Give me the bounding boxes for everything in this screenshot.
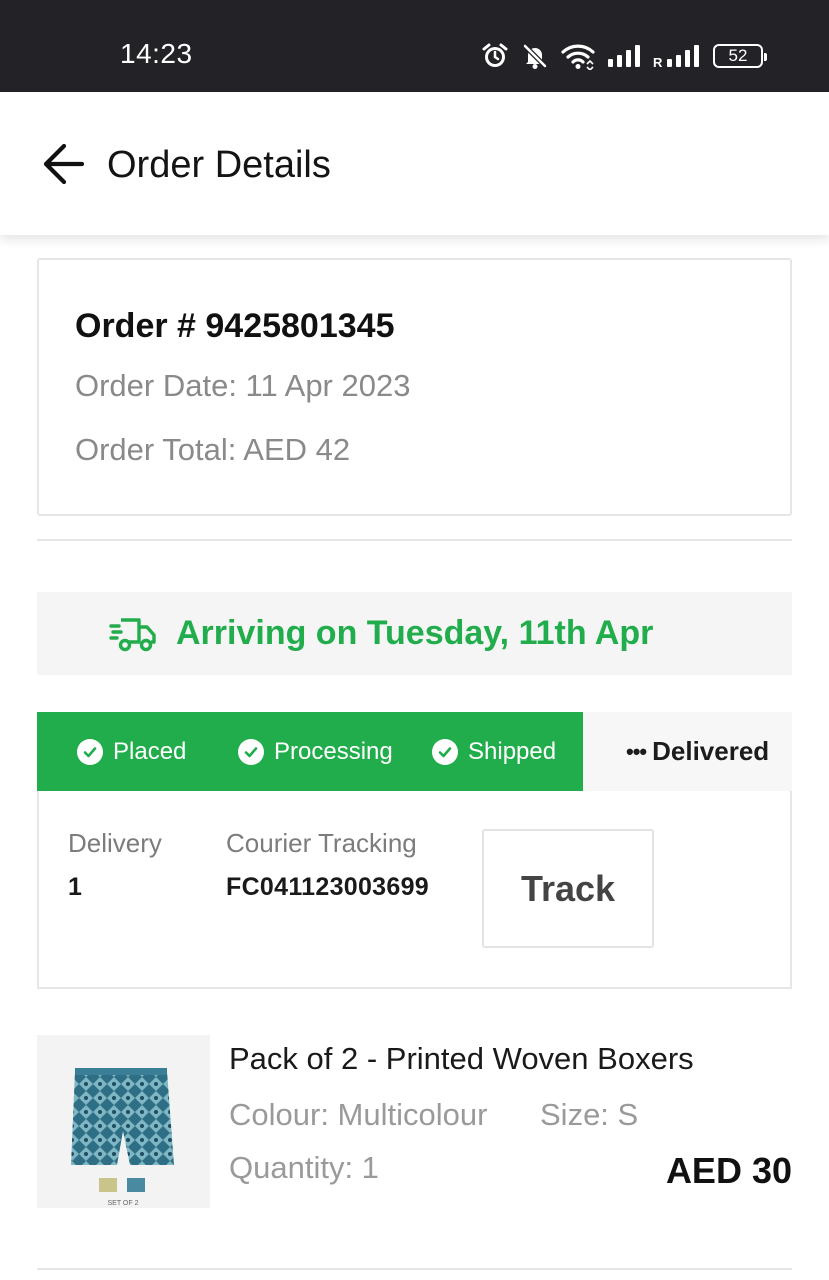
signal-roaming-icon: R bbox=[653, 45, 699, 68]
arriving-text: Arriving on Tuesday, 11th Apr bbox=[176, 614, 654, 652]
step-shipped: Shipped bbox=[432, 712, 556, 791]
delivery-value: 1 bbox=[68, 873, 83, 901]
delivery-truck-icon bbox=[109, 618, 156, 652]
image-caption: SET OF 2 bbox=[108, 1200, 139, 1207]
step-delivered: ••• Delivered bbox=[626, 712, 769, 791]
check-circle-icon bbox=[77, 738, 103, 765]
courier-tracking-label: Courier Tracking bbox=[226, 828, 417, 858]
step-processing: Processing bbox=[238, 712, 393, 791]
step-label: Shipped bbox=[468, 737, 557, 765]
track-button[interactable]: Track bbox=[482, 829, 654, 948]
bell-off-icon bbox=[523, 44, 547, 69]
status-icons: R 52 bbox=[481, 40, 767, 72]
section-divider bbox=[37, 1268, 792, 1270]
order-summary-card: Order # 9425801345 Order Date: 11 Apr 20… bbox=[37, 258, 792, 516]
boxers-thumbnail: SET OF 2 bbox=[71, 1068, 174, 1207]
product-price: AED 30 bbox=[665, 1150, 792, 1191]
courier-tracking-number: FC041123003699 bbox=[226, 873, 429, 901]
more-dots-icon: ••• bbox=[626, 738, 647, 764]
order-number: Order # 9425801345 bbox=[75, 307, 395, 345]
battery-level: 52 bbox=[728, 46, 748, 65]
delivery-label: Delivery bbox=[68, 828, 162, 858]
arriving-banner: Arriving on Tuesday, 11th Apr bbox=[37, 592, 792, 675]
back-button[interactable] bbox=[38, 138, 90, 190]
product-size: Size: S bbox=[540, 1097, 639, 1132]
signal-icon bbox=[608, 45, 640, 67]
app-bar: Order Details bbox=[0, 92, 829, 235]
status-time: 14:23 bbox=[120, 38, 193, 69]
status-bar: 14:23 R 52 bbox=[0, 0, 829, 92]
product-image[interactable]: SET OF 2 bbox=[37, 1035, 210, 1208]
order-date: Order Date: 11 Apr 2023 bbox=[75, 368, 411, 403]
product-colour: Colour: Multicolour bbox=[229, 1097, 488, 1132]
roaming-label: R bbox=[653, 55, 663, 68]
step-label: Delivered bbox=[652, 736, 770, 766]
battery-icon: 52 bbox=[713, 44, 767, 68]
order-total: Order Total: AED 42 bbox=[75, 432, 351, 467]
step-label: Processing bbox=[274, 737, 393, 765]
product-name[interactable]: Pack of 2 - Printed Woven Boxers bbox=[229, 1041, 694, 1077]
wifi-icon bbox=[561, 44, 595, 70]
order-status-stepper: Placed Processing Shipped ••• Delivered bbox=[37, 712, 792, 791]
step-label: Placed bbox=[113, 737, 187, 765]
step-placed: Placed bbox=[77, 712, 186, 791]
alarm-icon bbox=[482, 43, 508, 67]
page-title: Order Details bbox=[107, 144, 331, 186]
arrow-left-icon bbox=[43, 143, 85, 185]
product-quantity: Quantity: 1 bbox=[229, 1150, 379, 1185]
tracking-card: Delivery 1 Courier Tracking FC0411230036… bbox=[37, 791, 792, 989]
check-circle-icon bbox=[238, 738, 264, 765]
check-circle-icon bbox=[432, 738, 458, 765]
section-divider bbox=[37, 539, 792, 541]
